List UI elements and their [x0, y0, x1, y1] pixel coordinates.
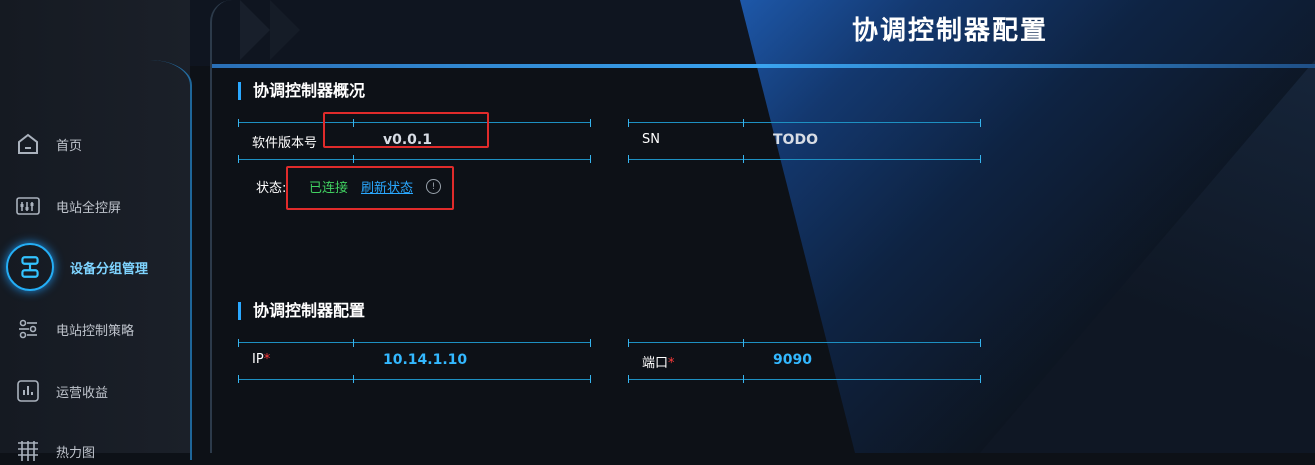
header-stripe [212, 64, 1315, 68]
chevron-decoration-icon [240, 0, 300, 60]
sidebar-item-station-control[interactable]: 电站全控屏 [16, 192, 121, 220]
software-version-label: 软件版本号 [252, 136, 318, 151]
sidebar: 首页 电站全控屏 设备分组管理 电站控制策略 运营收益 热力图 [0, 0, 192, 461]
bar-chart-icon [16, 379, 40, 403]
heatmap-icon [16, 439, 40, 463]
ip-label: IP* [252, 352, 271, 367]
status-label: 状态: [256, 181, 287, 196]
sidebar-edge-decoration [150, 60, 192, 460]
required-mark: * [668, 356, 675, 371]
strategy-icon [16, 317, 40, 341]
sn-label: SN [642, 132, 660, 147]
ip-field[interactable]: IP* 10.14.1.10 [238, 339, 591, 383]
sidebar-item-revenue[interactable]: 运营收益 [16, 377, 108, 405]
sidebar-item-label: 首页 [56, 138, 83, 154]
page-title: 协调控制器配置 [852, 16, 1049, 46]
sn-field: SN TODO [628, 119, 981, 163]
home-icon [16, 132, 40, 156]
sidebar-item-strategy[interactable]: 电站控制策略 [16, 315, 134, 343]
sidebar-item-label: 运营收益 [56, 385, 109, 401]
port-label: 端口* [642, 356, 675, 371]
config-section-title: 协调控制器配置 [238, 302, 365, 320]
sidebar-item-label: 电站控制策略 [56, 323, 135, 339]
annotation-highlight-status [286, 166, 454, 210]
sn-value: TODO [773, 132, 818, 148]
group-icon [6, 243, 54, 291]
ip-value[interactable]: 10.14.1.10 [383, 352, 467, 368]
sidebar-item-heatmap[interactable]: 热力图 [16, 437, 95, 465]
overview-section-title: 协调控制器概况 [238, 82, 365, 100]
required-mark: * [263, 352, 271, 367]
annotation-highlight-version [323, 112, 489, 148]
port-value[interactable]: 9090 [773, 352, 812, 368]
sidebar-item-home[interactable]: 首页 [16, 130, 82, 158]
sliders-icon [16, 194, 40, 218]
sidebar-item-device-groups[interactable]: 设备分组管理 [6, 243, 148, 291]
sidebar-item-label: 电站全控屏 [56, 200, 122, 216]
sidebar-item-label: 设备分组管理 [70, 261, 149, 277]
port-field[interactable]: 端口* 9090 [628, 339, 981, 383]
sidebar-item-label: 热力图 [56, 445, 96, 461]
